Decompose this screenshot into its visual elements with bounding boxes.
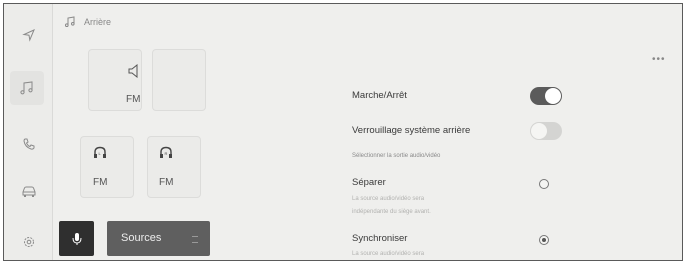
- speaker-icon: [128, 63, 140, 83]
- svg-text:L: L: [99, 151, 102, 156]
- headphones-right-icon: R: [159, 146, 173, 164]
- car-icon[interactable]: [14, 176, 44, 206]
- music-icon[interactable]: [10, 71, 44, 105]
- sources-label: Sources: [121, 232, 162, 244]
- power-label: Marche/Arrêt: [352, 90, 407, 101]
- separate-radio[interactable]: [539, 179, 549, 189]
- output-caption: Sélectionner la sortie audio/vidéo: [352, 153, 441, 159]
- headphones-left-icon: L: [93, 146, 107, 164]
- navigation-icon[interactable]: [14, 20, 44, 50]
- separate-label: Séparer: [352, 177, 386, 188]
- music-note-icon: [65, 16, 75, 27]
- front-source-label: FM: [126, 94, 141, 105]
- sources-button[interactable]: Sources: [107, 221, 210, 256]
- svg-text:R: R: [165, 151, 168, 156]
- rear-left-source-label: FM: [93, 177, 108, 188]
- more-options-icon[interactable]: •••: [652, 54, 666, 65]
- seat-front-right: [152, 49, 206, 111]
- drag-handle-icon: [192, 236, 198, 243]
- seat-rear-left[interactable]: [80, 136, 134, 198]
- phone-icon[interactable]: [14, 129, 44, 159]
- separate-desc-2: indépendante du siège avant.: [352, 209, 431, 215]
- page-title-text: Arrière: [84, 17, 112, 27]
- power-toggle[interactable]: [530, 87, 562, 105]
- page-title: Arrière: [64, 16, 111, 28]
- rear-lock-label: Verrouillage système arrière: [352, 125, 471, 136]
- sync-desc-1: La source audio/vidéo sera: [352, 251, 425, 257]
- settings-icon[interactable]: [14, 227, 44, 257]
- microphone-button[interactable]: [59, 221, 94, 256]
- microphone-icon: [72, 232, 81, 245]
- screen-frame: Arrière ••• FM L R FM FM Sources Marche/…: [3, 3, 683, 261]
- sync-radio[interactable]: [539, 235, 549, 245]
- separate-desc-1: La source audio/vidéo sera: [352, 196, 425, 202]
- side-rail: [4, 4, 53, 260]
- rear-lock-toggle[interactable]: [530, 122, 562, 140]
- sync-label: Synchroniser: [352, 233, 408, 244]
- seat-rear-right[interactable]: [147, 136, 201, 198]
- rear-right-source-label: FM: [159, 177, 174, 188]
